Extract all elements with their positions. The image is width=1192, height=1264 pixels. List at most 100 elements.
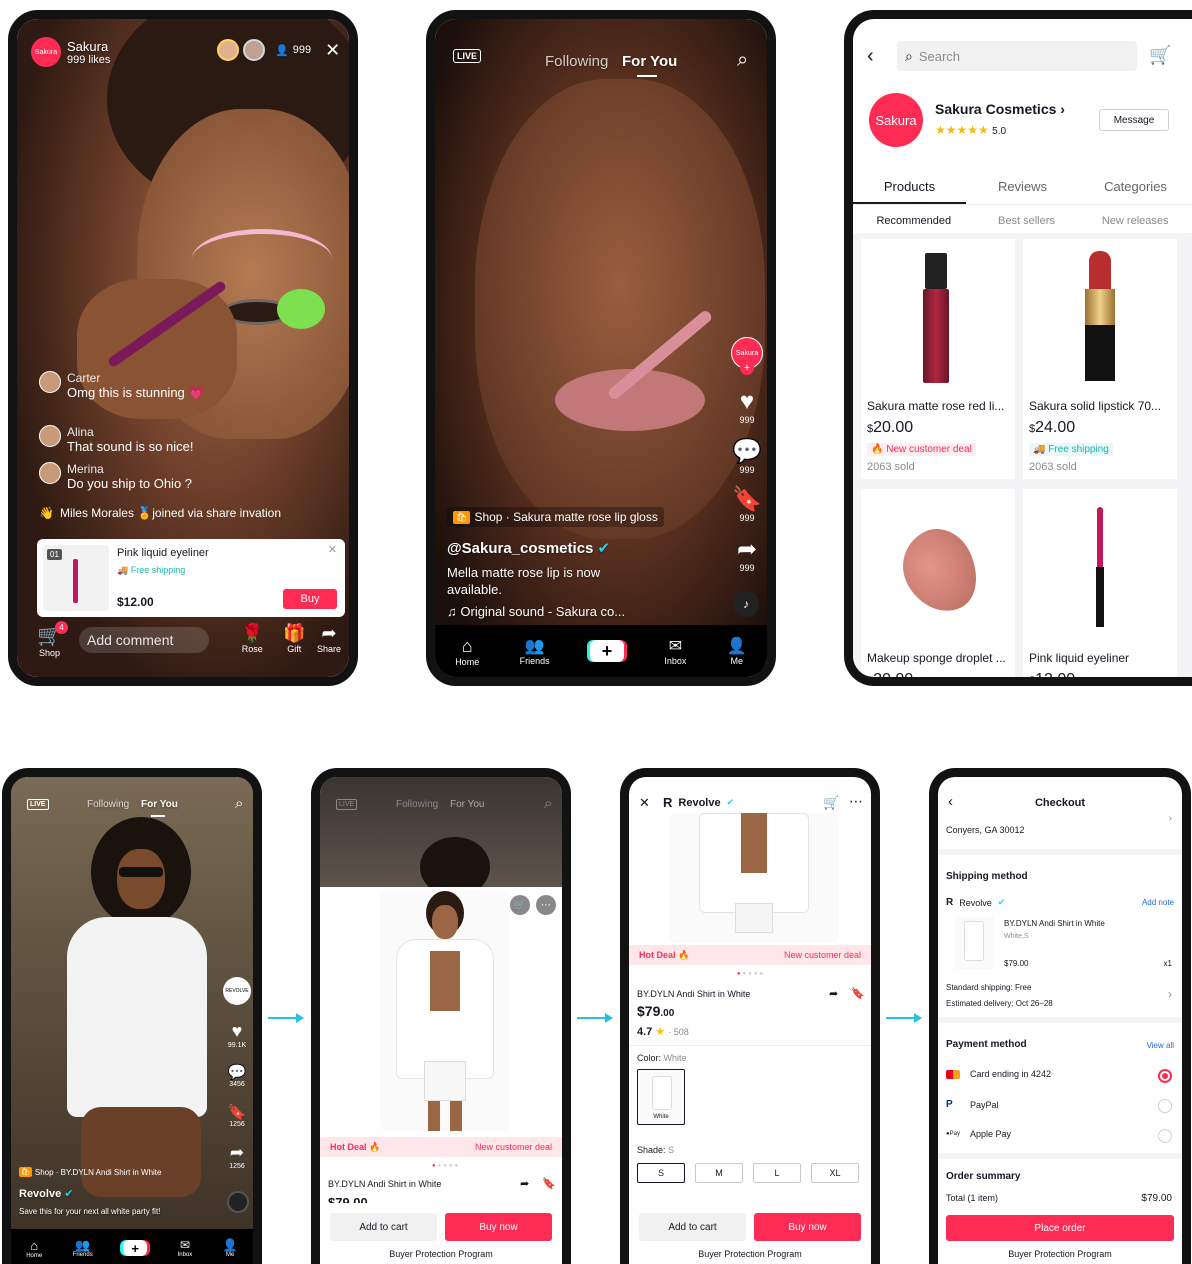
nav-friends[interactable]: 👥 Friends [520, 636, 550, 666]
gift-nav-item[interactable]: 🎁 Gift [283, 623, 305, 654]
top-gifter-avatar[interactable] [243, 39, 265, 61]
share-icon[interactable]: ➦ [520, 1177, 529, 1190]
live-icon[interactable]: LIVE [336, 799, 358, 810]
username[interactable]: Revolve ✔ [19, 1187, 73, 1200]
like-action[interactable]: ♥ 999 [728, 389, 766, 426]
payment-option-card[interactable]: Card ending in 4242 [946, 1069, 1051, 1079]
username[interactable]: @Sakura_cosmetics ✔ [447, 539, 610, 557]
size-option-xl[interactable]: XL [811, 1163, 859, 1183]
address-line[interactable]: Conyers, GA 30012 [946, 825, 1025, 835]
product-rating[interactable]: 4.7 ★ · 508 [637, 1025, 689, 1038]
radio-paypal[interactable] [1158, 1099, 1172, 1113]
subtab-best-sellers[interactable]: Best sellers [998, 215, 1055, 227]
cart-icon[interactable]: 🛒 [510, 895, 530, 915]
bookmark-icon[interactable]: 🔖 [542, 1177, 556, 1190]
shop-tag[interactable]: 🛍 Shop · BY.DYLN Andi Shirt in White [19, 1167, 161, 1177]
product-card[interactable]: Pink liquid eyeliner $12.00 [1023, 489, 1177, 677]
tab-products[interactable]: Products [853, 169, 966, 204]
store-name[interactable]: Sakura Cosmetics › [935, 101, 1065, 117]
search-input[interactable]: ⌕ Search [897, 41, 1137, 71]
nav-me[interactable]: 👤 Me [727, 636, 747, 666]
like-action[interactable]: ♥ 99.1K [221, 1021, 253, 1049]
nav-friends[interactable]: 👥 Friends [73, 1238, 93, 1258]
shop-tag[interactable]: 🛍 Shop · Sakura matte rose lip gloss [447, 507, 664, 527]
cart-icon[interactable]: 🛒 [823, 795, 839, 811]
product-card[interactable]: Sakura solid lipstick 70... $24.00 🚚 Fre… [1023, 239, 1177, 479]
payment-option-apple-pay[interactable]: ●Pay Apple Pay [946, 1129, 1011, 1139]
subtab-recommended[interactable]: Recommended [876, 215, 951, 227]
item-thumbnail[interactable] [954, 917, 994, 969]
search-icon[interactable]: ⌕ [737, 49, 748, 72]
close-icon[interactable]: ✕ [325, 40, 340, 61]
share-nav-item[interactable]: ➦ Share [317, 623, 341, 654]
follow-plus-icon[interactable]: + [740, 361, 754, 375]
more-icon[interactable]: ⋯ [536, 895, 556, 915]
commenter-avatar[interactable] [39, 462, 61, 484]
size-option-m[interactable]: M [695, 1163, 743, 1183]
chevron-right-icon[interactable]: › [1169, 813, 1172, 824]
live-host-info[interactable]: Sakura Sakura 999 likes [31, 37, 110, 67]
radio-apple-pay[interactable] [1158, 1129, 1172, 1143]
share-action[interactable]: ➦ 999 [728, 537, 766, 574]
tab-for-you[interactable]: For You [622, 53, 677, 70]
place-order-button[interactable]: Place order [946, 1215, 1174, 1241]
close-icon[interactable]: ✕ [328, 543, 337, 556]
product-thumbnail[interactable]: 01 [43, 545, 109, 611]
live-icon[interactable]: LIVE [27, 799, 49, 810]
share-icon[interactable]: ➦ [829, 987, 838, 1000]
buy-now-button[interactable]: Buy now [445, 1213, 552, 1241]
product-card[interactable]: Sakura matte rose red li... $20.00 🔥 New… [861, 239, 1015, 479]
music-disc-icon[interactable] [227, 1191, 249, 1213]
buyer-protection[interactable]: Buyer Protection Program [629, 1249, 871, 1259]
commenter-avatar[interactable] [39, 371, 61, 393]
save-action[interactable]: 🔖 999 [728, 487, 766, 524]
sound-label[interactable]: ♫ Original sound - Sakura co... [447, 604, 625, 619]
size-option-l[interactable]: L [753, 1163, 801, 1183]
tab-for-you[interactable]: For You [141, 799, 178, 810]
product-image[interactable] [669, 813, 839, 943]
pinned-product-card[interactable]: 01 Pink liquid eyeliner 🚚 Free shipping … [37, 539, 345, 617]
tab-for-you[interactable]: For You [450, 799, 484, 810]
create-button[interactable]: + [123, 1240, 148, 1256]
radio-card-selected[interactable] [1158, 1069, 1172, 1083]
chevron-right-icon[interactable]: › [1168, 987, 1172, 1001]
search-icon[interactable]: ⌕ [235, 795, 243, 812]
store-header[interactable]: R Revolve ✔ [663, 795, 734, 810]
music-disc-icon[interactable]: ♪ [733, 591, 759, 617]
shop-nav-item[interactable]: 🛒 4 Shop [37, 621, 68, 658]
commenter-avatar[interactable] [39, 425, 61, 447]
add-to-cart-button[interactable]: Add to cart [639, 1213, 746, 1241]
share-action[interactable]: ➦ 1256 [221, 1143, 253, 1170]
add-to-cart-button[interactable]: Add to cart [330, 1213, 437, 1241]
brand-avatar[interactable]: REVOLVE [223, 977, 251, 1005]
product-card[interactable]: Makeup sponge droplet ... $20.00 [861, 489, 1015, 677]
buy-now-button[interactable]: Buy now [754, 1213, 861, 1241]
tab-following[interactable]: Following [545, 53, 608, 70]
buy-button[interactable]: Buy [283, 589, 337, 609]
cart-icon[interactable]: 🛒 [1149, 45, 1171, 66]
comment-action[interactable]: 💬 3456 [221, 1063, 253, 1088]
save-action[interactable]: 🔖 1256 [221, 1103, 253, 1128]
creator-avatar[interactable]: Sakura + [731, 337, 763, 375]
subtab-new-releases[interactable]: New releases [1102, 215, 1169, 227]
size-option-s[interactable]: S [637, 1163, 685, 1183]
tab-categories[interactable]: Categories [1079, 169, 1192, 204]
nav-home[interactable]: ⌂ Home [26, 1238, 42, 1259]
comment-input[interactable]: Add comment [79, 627, 209, 653]
back-arrow-icon[interactable]: ‹ [867, 45, 874, 68]
rose-nav-item[interactable]: 🌹 Rose [241, 623, 263, 654]
close-icon[interactable]: ✕ [639, 795, 650, 811]
host-avatar[interactable]: Sakura [31, 37, 61, 67]
nav-inbox[interactable]: ✉ Inbox [178, 1238, 193, 1258]
store-logo[interactable]: Sakura [869, 93, 923, 147]
top-gifter-avatar[interactable] [217, 39, 239, 61]
nav-me[interactable]: 👤 Me [223, 1238, 238, 1258]
nav-home[interactable]: ⌂ Home [455, 636, 479, 667]
tab-reviews[interactable]: Reviews [966, 169, 1079, 204]
payment-option-paypal[interactable]: P PayPal [946, 1099, 999, 1110]
product-image[interactable] [380, 891, 510, 1131]
nav-inbox[interactable]: ✉ Inbox [664, 636, 686, 666]
add-note-link[interactable]: Add note [1142, 898, 1174, 907]
message-button[interactable]: Message [1099, 109, 1169, 131]
tab-following[interactable]: Following [396, 799, 438, 810]
